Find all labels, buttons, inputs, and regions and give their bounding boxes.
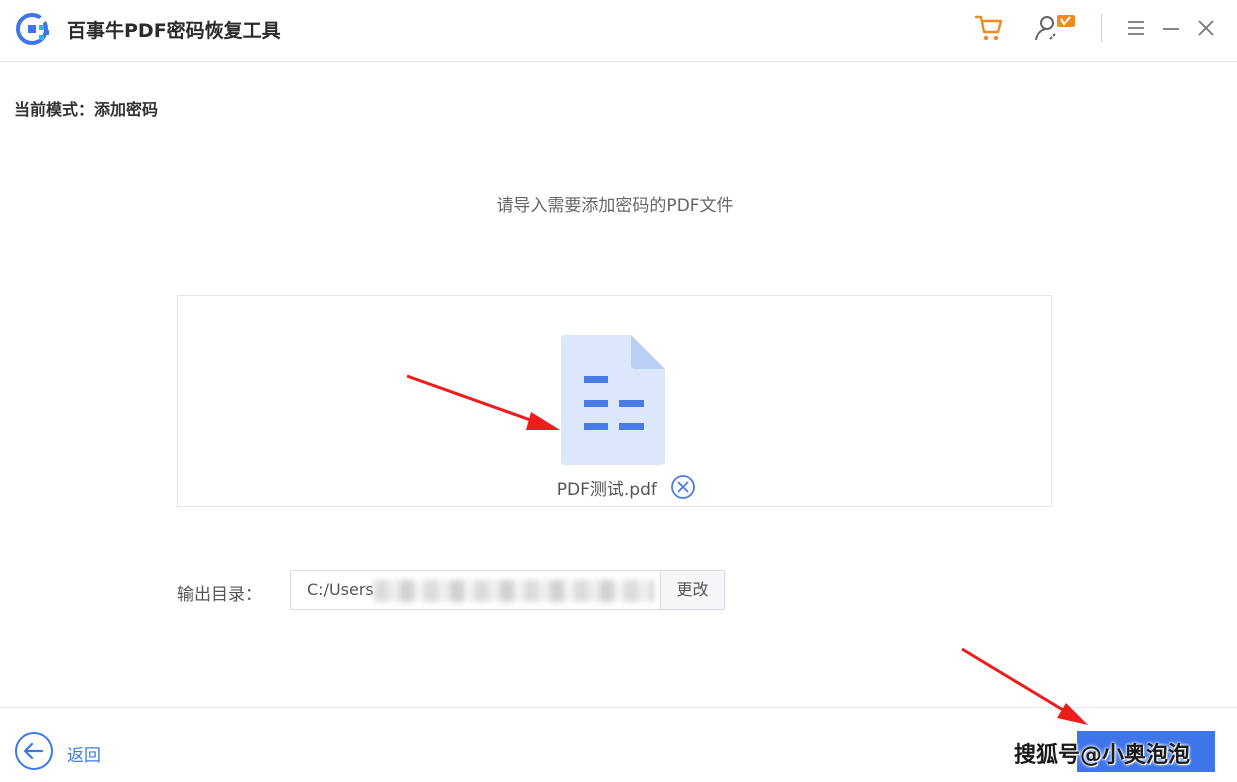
footer-divider [0,707,1237,708]
remove-circle-icon[interactable] [670,474,696,500]
import-prompt: 请导入需要添加密码的PDF文件 [496,196,734,216]
output-dir-label: 输出目录： [177,585,262,605]
user-vip-icon [1035,15,1075,41]
file-row: PDF测试.pdf [178,474,1053,500]
pdf-file-icon [561,335,665,465]
redacted-path [373,579,654,602]
user-vip-button[interactable] [1033,12,1079,44]
title-bar: 百事牛PDF密码恢复工具 [0,0,1237,62]
file-drop-zone[interactable]: PDF测试.pdf [177,295,1052,507]
change-dir-button[interactable]: 更改 [660,570,725,610]
app-title: 百事牛PDF密码恢复工具 [67,20,281,42]
close-icon [1198,20,1214,36]
cart-icon [974,15,1003,41]
annotation-arrow-button [961,647,1088,725]
menu-button[interactable] [1124,12,1148,44]
app-logo-icon [16,12,50,45]
close-button[interactable] [1194,12,1218,44]
mode-value: 添加密码 [94,100,159,119]
output-dir-path: C:/Users [307,580,374,599]
back-button[interactable]: 返回 [67,741,101,766]
output-dir-field[interactable]: C:/Users [290,570,662,610]
minimize-button[interactable] [1160,12,1182,44]
mode-label: 当前模式： [14,100,95,119]
minimize-icon [1163,28,1179,30]
cart-button[interactable] [972,12,1006,44]
file-name: PDF测试.pdf [556,479,657,500]
back-arrow-icon[interactable] [14,731,54,771]
menu-icon [1128,21,1144,35]
current-mode: 当前模式：添加密码 [14,96,158,120]
toolbar-separator [1101,14,1102,42]
watermark-text: 搜狐号@小奥泡泡 [1014,743,1191,768]
